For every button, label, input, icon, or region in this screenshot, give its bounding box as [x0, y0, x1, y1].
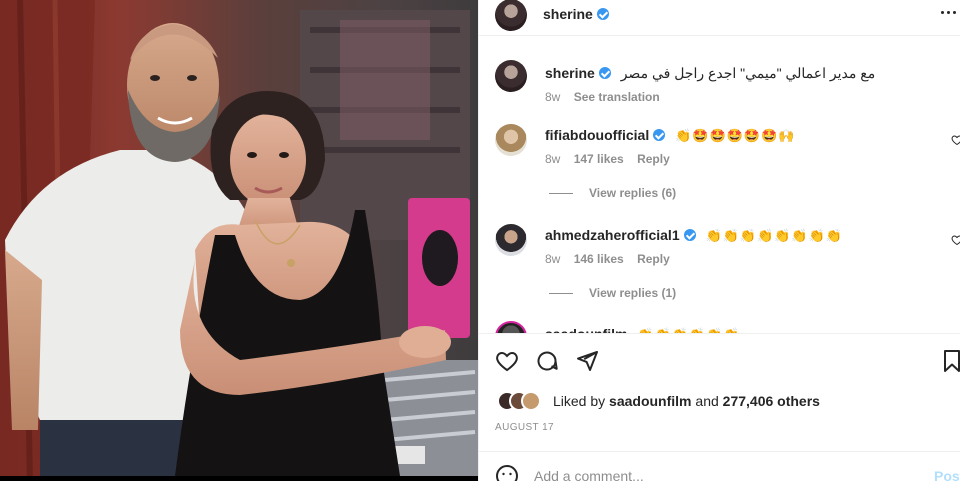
comment-line: fifiabdouofficial 👏🤩🤩🤩🤩🤩🙌 — [545, 127, 795, 144]
bookmark-icon[interactable] — [940, 349, 960, 373]
author-avatar[interactable] — [495, 0, 527, 31]
verified-badge-icon — [653, 129, 666, 141]
share-icon[interactable] — [575, 349, 599, 373]
emoji-smiley-icon[interactable] — [495, 464, 519, 481]
caption-avatar[interactable] — [495, 60, 527, 92]
comment-meta: 8w 147 likes Reply — [545, 152, 680, 166]
comment-avatar[interactable] — [495, 321, 527, 333]
comment-likes[interactable]: 146 likes — [574, 252, 624, 266]
caption-line: sherine مع مدير اعمالي "ميمي" اجدع راجل … — [545, 65, 875, 82]
actions-divider — [479, 333, 960, 334]
comment-username[interactable]: ahmedzaherofficial1 — [545, 227, 680, 243]
heart-icon[interactable] — [495, 349, 519, 373]
photo-artwork — [0, 0, 478, 481]
comment-line: ahmedzaherofficial1 👏👏👏👏👏👏👏👏 — [545, 227, 843, 244]
add-comment-divider — [479, 451, 960, 452]
comment-item: ahmedzaherofficial1 👏👏👏👏👏👏👏👏 8w 146 like… — [479, 224, 960, 304]
comment-age: 8w — [545, 252, 561, 266]
see-translation-link[interactable]: See translation — [574, 90, 660, 104]
verified-badge-icon — [596, 8, 609, 20]
more-options-icon[interactable] — [941, 6, 959, 20]
comment-avatar[interactable] — [495, 224, 527, 256]
post-photo[interactable] — [0, 0, 478, 481]
author-username-text[interactable]: sherine — [543, 6, 593, 22]
caption-text: مع مدير اعمالي "ميمي" اجدع راجل في مصر — [620, 65, 876, 81]
caption-age: 8w — [545, 90, 561, 104]
caption-meta: 8w See translation — [545, 90, 670, 104]
verified-badge-icon — [598, 67, 611, 79]
comment-text: 👏👏👏👏👏👏👏👏 — [705, 228, 843, 243]
photo-bottom-edge — [0, 476, 478, 481]
comment-age: 8w — [545, 152, 561, 166]
caption-username[interactable]: sherine — [545, 65, 595, 81]
comment-text: 👏🤩🤩🤩🤩🤩🙌 — [675, 128, 796, 143]
reply-button[interactable]: Reply — [637, 152, 670, 166]
author-username[interactable]: sherine — [543, 6, 609, 22]
comment-meta: 8w 146 likes Reply — [545, 252, 680, 266]
liked-by-summary[interactable]: Liked by saadounfilm and 277,406 others — [553, 393, 820, 409]
comment-item: fifiabdouofficial 👏🤩🤩🤩🤩🤩🙌 8w 147 likes R… — [479, 124, 960, 204]
comments-list[interactable]: sherine مع مدير اعمالي "ميمي" اجدع راجل … — [479, 37, 960, 333]
comment-like-heart-icon[interactable] — [951, 234, 960, 246]
reply-button[interactable]: Reply — [637, 252, 670, 266]
comment-likes[interactable]: 147 likes — [574, 152, 624, 166]
caption-item: sherine مع مدير اعمالي "ميمي" اجدع راجل … — [479, 60, 960, 110]
comment-icon[interactable] — [535, 349, 559, 373]
liked-by-avatars[interactable] — [497, 391, 551, 411]
comment-line: saadounfilm 👏👏👏👏👏👏 — [545, 326, 740, 333]
comment-username[interactable]: fifiabdouofficial — [545, 127, 649, 143]
view-replies-button[interactable]: View replies (6) — [589, 186, 676, 200]
add-comment-input[interactable] — [534, 468, 914, 481]
liked-by-prefix: Liked by — [553, 393, 606, 409]
view-replies-button[interactable]: View replies (1) — [589, 286, 676, 300]
comment-username[interactable]: saadounfilm — [545, 326, 627, 333]
post-detail-panel: sherine sherine مع مدير اعمالي "ميمي" اج… — [478, 0, 960, 481]
liked-by-and: and — [695, 393, 719, 409]
liked-by-username[interactable]: saadounfilm — [609, 393, 691, 409]
post-date[interactable]: AUGUST 17 — [495, 422, 554, 433]
comment-avatar[interactable] — [495, 124, 527, 156]
replies-divider — [549, 193, 573, 194]
post-comment-button[interactable]: Post — [934, 468, 960, 481]
comment-like-heart-icon[interactable] — [951, 134, 960, 146]
post-header: sherine — [479, 0, 960, 36]
verified-badge-icon — [683, 229, 696, 241]
replies-divider — [549, 293, 573, 294]
likes-count[interactable]: 277,406 others — [723, 393, 820, 409]
comment-item-partial: saadounfilm 👏👏👏👏👏👏 — [479, 321, 960, 333]
